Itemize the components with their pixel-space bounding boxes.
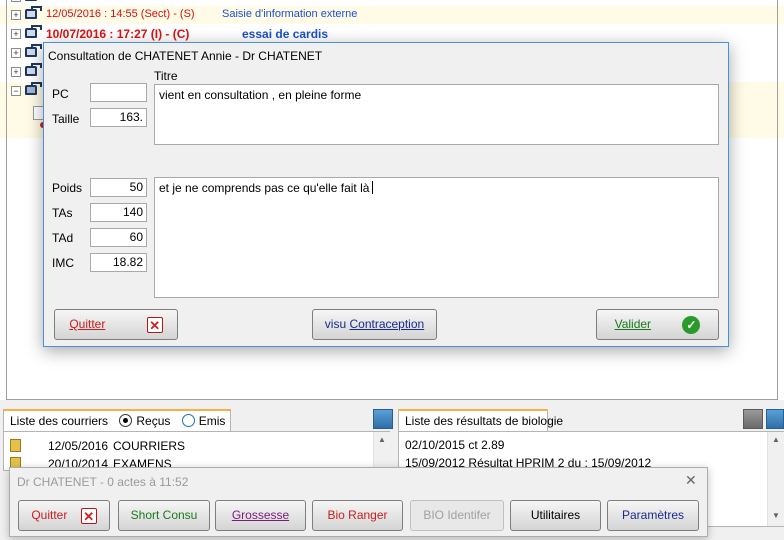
pc-label: PC (52, 87, 69, 101)
dialog-quitter-label: Quitter (69, 317, 106, 331)
radio-recus[interactable] (119, 414, 133, 427)
courriers-list[interactable]: 12/05/2016 COURRIERS 20/10/2014 EXAMENS … (3, 431, 390, 471)
valider-label: Valider (614, 317, 652, 331)
utilitaires-button[interactable]: Utilitaires (510, 500, 601, 531)
poids-label: Poids (52, 181, 83, 195)
short-consu-button[interactable]: Short Consu (118, 500, 210, 531)
dialog-title: Consultation de CHATENET Annie - Dr CHAT… (48, 49, 323, 63)
poids-field[interactable]: 50 (90, 178, 147, 197)
close-red-icon: ✕ (80, 507, 97, 524)
visu-prefix-label: visu (324, 317, 350, 331)
titre-textarea[interactable]: vient en consultation , en pleine forme (154, 84, 719, 145)
tad-label: TAd (52, 231, 74, 245)
titre-label: Titre (154, 69, 178, 83)
list-item-date: 12/05/2016 (48, 439, 109, 453)
biologie-grey-icon[interactable] (743, 409, 763, 429)
tas-field[interactable]: 140 (90, 203, 147, 222)
list-item[interactable]: 12/05/2016 COURRIERS (4, 437, 364, 455)
tab-biologie-label: Liste des résultats de biologie (405, 414, 564, 428)
valider-button[interactable]: Valider ✓ (596, 309, 719, 340)
imc-field[interactable]: 18.82 (90, 253, 147, 272)
mail-icon (10, 439, 21, 452)
biologie-action-icon[interactable] (766, 409, 784, 429)
tad-field[interactable]: 60 (90, 228, 147, 247)
list-item[interactable]: 02/10/2015 ct 2.89 (405, 438, 504, 456)
bio-ranger-button[interactable]: Bio Ranger (312, 500, 403, 531)
quitter-button[interactable]: Quitter ✕ (18, 500, 110, 531)
radio-recus-label: Reçus (136, 414, 171, 428)
taille-field[interactable]: 163. (90, 108, 147, 127)
courriers-action-icon[interactable] (373, 409, 393, 429)
radio-emis[interactable] (181, 414, 195, 427)
radio-emis-label: Emis (198, 414, 226, 428)
pc-field[interactable] (90, 83, 147, 102)
bio-identifer-label: BIO Identifer (423, 508, 491, 522)
consultation-body-editor[interactable]: et je ne comprends pas ce qu'elle fait l… (154, 177, 719, 298)
close-red-icon: ✕ (146, 316, 163, 333)
tas-label: TAs (52, 206, 73, 220)
parametres-label: Paramètres (621, 508, 685, 522)
list-item-date: 02/10/2015 (405, 438, 466, 452)
quitter-button-label: Quitter (31, 508, 68, 522)
doctor-toolbar-window: Dr CHATENET - 0 actes à 11:52 ✕ Quitter … (9, 467, 708, 537)
tab-courriers[interactable]: Liste des courriers Reçus Emis (3, 409, 231, 431)
dialog-quitter-button[interactable]: Quitter ✕ (54, 309, 178, 340)
list-item-type: COURRIERS (113, 439, 186, 453)
biologie-scrollbar[interactable]: ▲ ▼ (767, 432, 784, 526)
contraception-label: Contraception (349, 317, 425, 331)
check-icon: ✓ (682, 315, 701, 334)
imc-label: IMC (52, 256, 74, 270)
scroll-up-icon[interactable]: ▲ (768, 432, 784, 448)
taille-label: Taille (52, 112, 80, 126)
scroll-down-icon[interactable]: ▼ (768, 508, 784, 524)
tab-biologie[interactable]: Liste des résultats de biologie (398, 409, 563, 431)
scroll-up-icon[interactable]: ▲ (374, 432, 390, 448)
close-icon[interactable]: ✕ (685, 472, 697, 489)
doctor-toolbar-title: Dr CHATENET - 0 actes à 11:52 (17, 475, 189, 489)
grossesse-button[interactable]: Grossesse (215, 500, 306, 531)
tab-courriers-label: Liste des courriers (10, 414, 109, 428)
consultation-dialog: Consultation de CHATENET Annie - Dr CHAT… (43, 42, 729, 347)
consultation-body-text: et je ne comprends pas ce qu'elle fait l… (159, 181, 370, 195)
visu-contraception-button[interactable]: visu Contraception (312, 309, 437, 340)
grossesse-label: Grossesse (231, 508, 290, 522)
bio-ranger-label: Bio Ranger (327, 508, 388, 522)
courriers-scrollbar[interactable]: ▲ (373, 432, 390, 470)
bio-identifer-button[interactable]: BIO Identifer (410, 500, 504, 531)
parametres-button[interactable]: Paramètres (607, 500, 699, 531)
short-consu-label: Short Consu (130, 508, 198, 522)
list-item-text: ct 2.89 (468, 438, 505, 452)
text-caret (372, 181, 374, 194)
utilitaires-label: Utilitaires (530, 508, 581, 522)
